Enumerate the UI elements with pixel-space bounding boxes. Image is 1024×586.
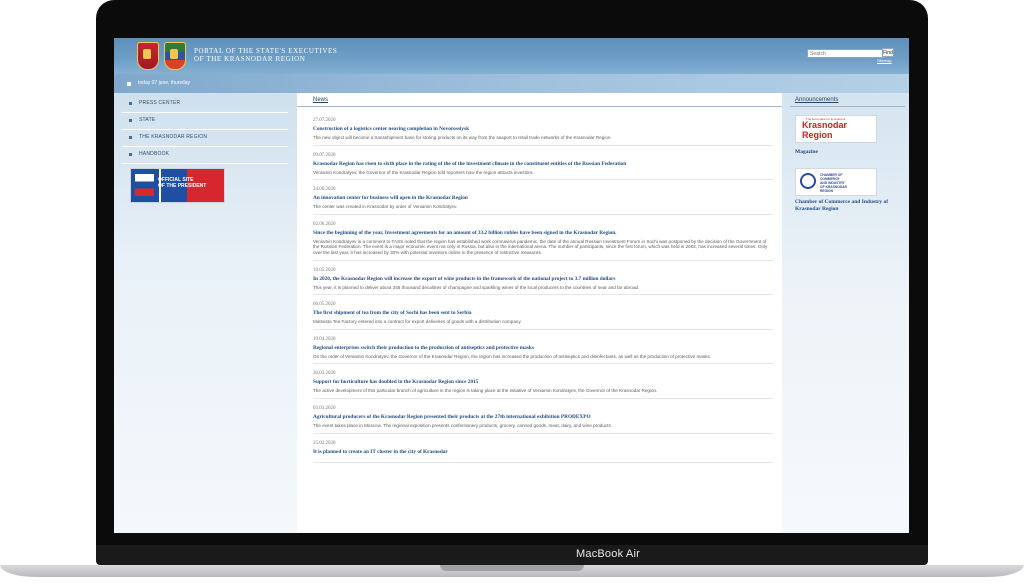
news-title-link[interactable]: Regional enterprises switch their produc… (313, 345, 773, 352)
sidebar-nav: Press Center State The Krasnodar Region … (122, 96, 288, 164)
right-sidebar: Announcements The best place for investm… (782, 93, 909, 533)
russia-coat-of-arms-icon (137, 42, 159, 70)
news-date: 03.03.2020 (313, 405, 336, 411)
sidebar-item-krasnodar-region[interactable]: The Krasnodar Region (122, 130, 288, 147)
news-date: 24.06.2020 (313, 187, 336, 193)
find-button[interactable]: Find (882, 48, 894, 57)
news-item: 19.05.2020 In 2020, the Krasnodar Region… (313, 268, 773, 296)
bullet-icon (129, 153, 132, 156)
laptop-notch (440, 565, 584, 571)
news-item: 09.07.2020 Krasnodar Region has risen to… (313, 153, 773, 181)
portal-title[interactable]: Portal of the State's executives of the … (194, 47, 337, 63)
divider (790, 106, 905, 107)
news-date: 25.02.2020 (313, 440, 336, 446)
news-tab[interactable]: News (313, 97, 328, 103)
magazine-link[interactable]: Magazine (795, 149, 818, 155)
sidebar-item-label: Press Center (139, 100, 181, 106)
announcements-tab[interactable]: Announcements (795, 97, 838, 103)
news-summary: Matsesta Tea Factory entered into a cont… (313, 319, 522, 325)
news-title-link[interactable]: Construction of a logistics center neari… (313, 126, 773, 133)
browser-screen: Portal of the State's executives of the … (114, 38, 909, 533)
news-summary: The event takes place in Moscow. The reg… (313, 422, 613, 428)
magazine-logo-text: Krasnodar Region (802, 120, 848, 140)
chamber-of-commerce-link[interactable]: Chamber of Commerce and Industry of Kras… (795, 199, 900, 213)
sidebar-item-label: State (139, 117, 156, 123)
news-item: 06.05.2020 The first shipment of tea fro… (313, 302, 773, 330)
sidebar-item-label: Handbook (139, 151, 170, 157)
current-date: today 07 june, thursday (138, 80, 190, 86)
news-title-link[interactable]: The first shipment of tea from the city … (313, 310, 773, 317)
news-date: 30.03.2020 (313, 371, 336, 377)
news-summary: This year, it is planned to deliver abou… (313, 284, 640, 290)
news-summary: The center was created in Krasnodar by o… (313, 204, 458, 210)
news-title-link[interactable]: An innovation center for business will o… (313, 195, 773, 202)
device-brand-label: MacBook Air (576, 548, 640, 560)
divider (297, 106, 782, 107)
bullet-icon (129, 102, 132, 105)
news-title-link[interactable]: Krasnodar Region has risen to sixth plac… (313, 161, 773, 168)
news-date: 10.04.2020 (313, 336, 336, 342)
russian-flag-icon (135, 174, 154, 196)
laptop-hinge: MacBook Air (96, 545, 928, 565)
news-item: 27.07.2020 Construction of a logistics c… (313, 118, 773, 146)
laptop-base: MacBook Air (0, 545, 1024, 586)
news-title-link[interactable]: Agricultural producers of the Krasnodar … (313, 414, 773, 421)
news-date: 09.07.2020 (313, 152, 336, 158)
krasnodar-coat-of-arms-icon (164, 42, 186, 70)
chamber-of-commerce-banner[interactable]: CHAMBER OF COMMERCE AND INDUSTRY OF KRAS… (795, 168, 877, 196)
news-column: News 27.07.2020 Construction of a logist… (297, 93, 782, 533)
president-banner-text: OFFICIAL SITE OF THE PRESIDENT (158, 177, 207, 189)
news-item: 03.03.2020 Agricultural producers of the… (313, 406, 773, 434)
news-item: 30.03.2020 Support for horticulture has … (313, 371, 773, 399)
news-summary: The active development of this particula… (313, 388, 658, 394)
sidebar-item-press-center[interactable]: Press Center (122, 96, 288, 113)
news-date: 02.06.2020 (313, 221, 336, 227)
news-date: 06.05.2020 (313, 302, 336, 308)
bullet-icon (127, 82, 131, 86)
search-input[interactable] (807, 49, 885, 58)
bullet-icon (129, 136, 132, 139)
bullet-icon (129, 119, 132, 122)
date-bar: today 07 june, thursday (114, 74, 909, 93)
chamber-logo-text: CHAMBER OF COMMERCE AND INDUSTRY OF KRAS… (820, 173, 847, 193)
news-item: 02.06.2020 Since the beginning of the ye… (313, 222, 773, 261)
site-header: Portal of the State's executives of the … (114, 38, 909, 74)
sidebar-item-handbook[interactable]: Handbook (122, 147, 288, 164)
news-list: 27.07.2020 Construction of a logistics c… (313, 118, 773, 470)
news-summary: Veniamin Kondratyev, the Governor of the… (313, 169, 534, 175)
chamber-emblem-icon (800, 173, 816, 189)
news-title-link[interactable]: It is planned to create an IT cluster in… (313, 449, 773, 456)
sitemap-link[interactable]: Sitemap (877, 58, 892, 63)
sidebar-item-state[interactable]: State (122, 113, 288, 130)
left-sidebar: Press Center State The Krasnodar Region … (114, 93, 297, 533)
news-summary: On the order of Veniamin Kondratyev, the… (313, 353, 712, 359)
sidebar-item-label: The Krasnodar Region (139, 134, 208, 140)
news-item: 10.04.2020 Regional enterprises switch t… (313, 337, 773, 365)
president-site-banner[interactable]: OFFICIAL SITE OF THE PRESIDENT (130, 168, 225, 203)
news-summary: The new object will become a transshipme… (313, 135, 612, 140)
news-item: 25.02.2020 It is planned to create an IT… (313, 441, 773, 463)
news-date: 27.07.2020 (313, 118, 336, 123)
news-title-link[interactable]: Since the beginning of the year, Investm… (313, 230, 773, 237)
news-title-link[interactable]: In 2020, the Krasnodar Region will incre… (313, 276, 773, 283)
news-summary: Veniamin Kondratyev in a comment to TASS… (313, 238, 768, 255)
news-item: 24.06.2020 An innovation center for busi… (313, 187, 773, 215)
news-title-link[interactable]: Support for horticulture has doubled in … (313, 379, 773, 386)
news-date: 19.05.2020 (313, 267, 336, 273)
krasnodar-region-magazine-banner[interactable]: The best place for investment Krasnodar … (795, 115, 877, 143)
